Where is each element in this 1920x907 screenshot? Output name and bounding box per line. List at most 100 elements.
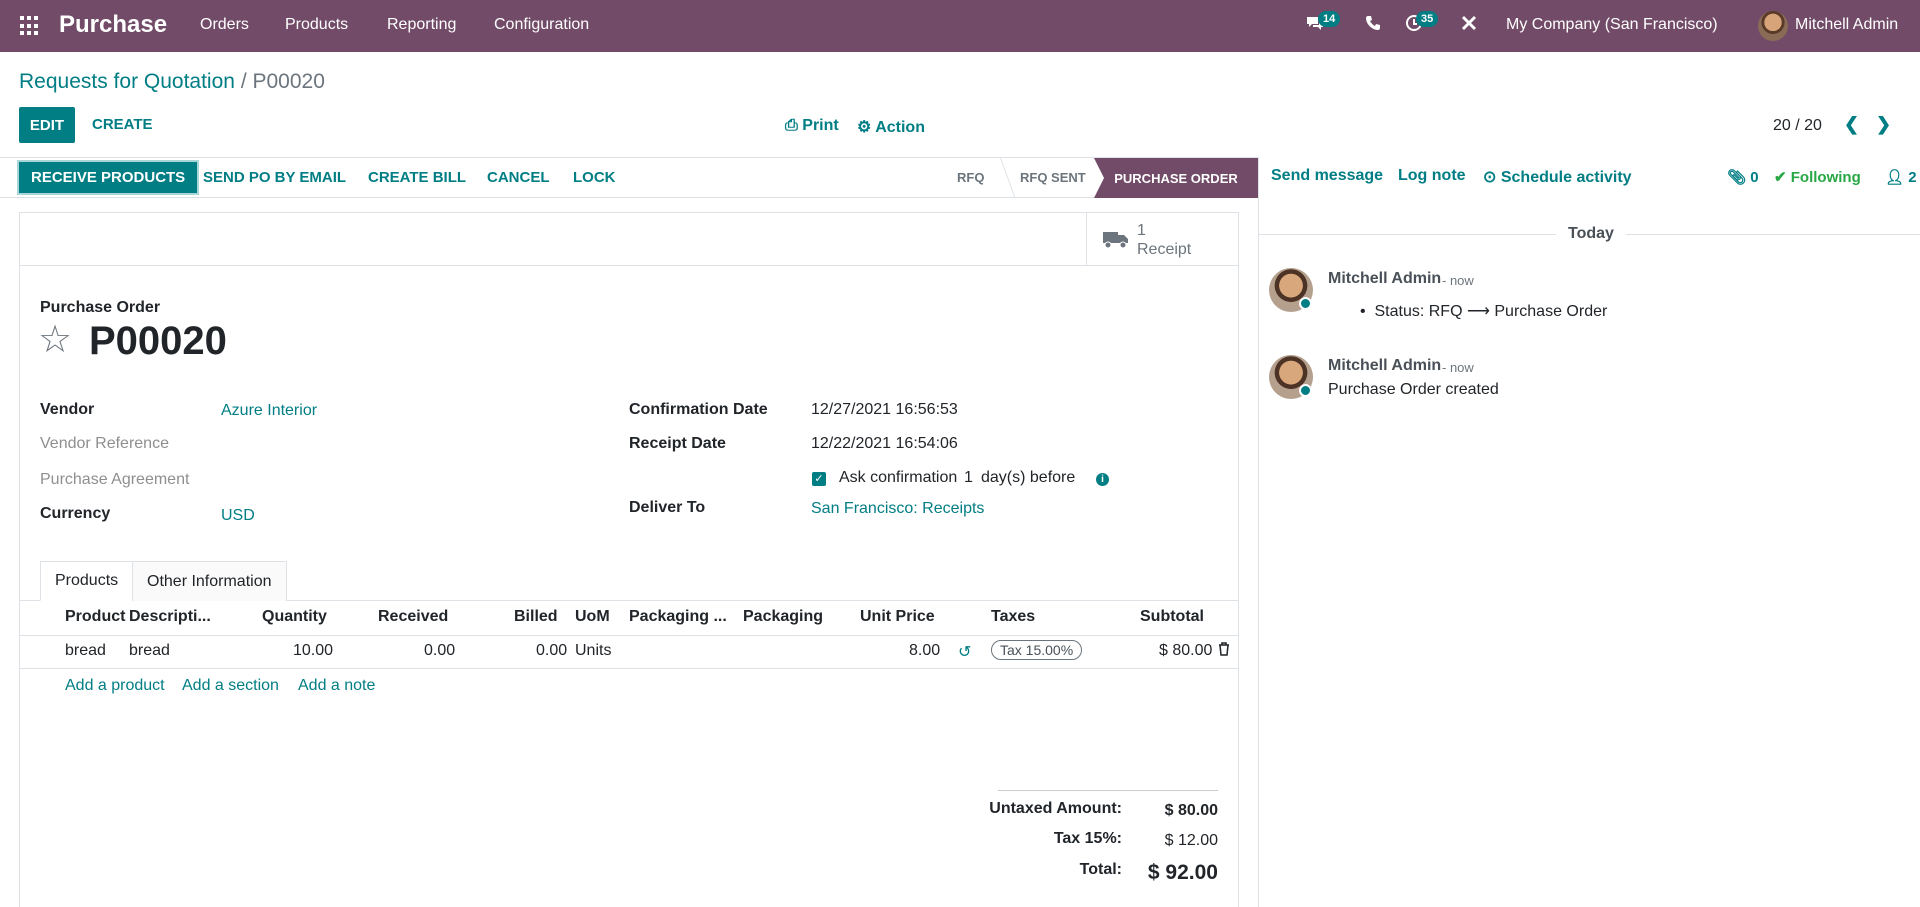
column-unit-price[interactable]: Unit Price: [860, 608, 935, 626]
lock-button[interactable]: LOCK: [573, 169, 616, 186]
column-packaging-qty[interactable]: Packaging ...: [629, 608, 727, 626]
message-body: Purchase Order created: [1328, 381, 1499, 398]
attachments-count: 0: [1750, 169, 1759, 186]
tracking-value: • Status: RFQ ⟶ Purchase Order: [1360, 301, 1607, 321]
log-note-button[interactable]: Log note: [1398, 167, 1466, 185]
confirmation-date-field[interactable]: 12/27/2021 16:56:53: [811, 401, 958, 419]
column-billed[interactable]: Billed: [514, 608, 558, 626]
star-icon[interactable]: ☆: [38, 321, 72, 359]
receive-products-button[interactable]: RECEIVE PRODUCTS: [17, 160, 200, 195]
action-label: Action: [875, 119, 925, 136]
message-time: - now: [1442, 273, 1474, 288]
receipt-date-field[interactable]: 12/22/2021 16:54:06: [811, 435, 958, 453]
totals-divider: [998, 790, 1218, 791]
action-dropdown[interactable]: ⚙ Action: [857, 117, 925, 137]
total-value: $ 92.00: [1147, 861, 1218, 884]
menu-reporting[interactable]: Reporting: [387, 16, 456, 34]
debug-tools-icon[interactable]: [1460, 14, 1478, 37]
vendor-field[interactable]: Azure Interior: [221, 402, 317, 420]
activities-badge: 35: [1416, 11, 1439, 27]
vendor-reference-label: Vendor Reference: [40, 435, 169, 452]
breadcrumb-separator: /: [240, 70, 247, 93]
menu-products[interactable]: Products: [285, 16, 348, 34]
date-separator-label: Today: [1556, 225, 1626, 243]
followers-button[interactable]: 👤︎ 2: [1885, 168, 1917, 186]
price-history-icon[interactable]: ↺: [958, 642, 971, 662]
message-author[interactable]: Mitchell Admin: [1328, 270, 1441, 288]
add-product-link[interactable]: Add a product: [65, 677, 165, 695]
phone-icon[interactable]: [1365, 14, 1381, 37]
column-uom[interactable]: UoM: [575, 608, 610, 626]
following-label: Following: [1790, 169, 1861, 186]
po-name: P00020: [89, 319, 227, 363]
menu-orders[interactable]: Orders: [200, 16, 249, 34]
column-product[interactable]: Product: [65, 608, 125, 626]
add-section-link[interactable]: Add a section: [182, 677, 279, 695]
schedule-activity-button[interactable]: ⊙ Schedule activity: [1483, 167, 1632, 187]
following-button[interactable]: ✔ Following: [1774, 168, 1861, 186]
notebook-tabs: Products Other Information: [20, 561, 1238, 601]
column-subtotal[interactable]: Subtotal: [1140, 608, 1204, 626]
confirmation-date-label: Confirmation Date: [629, 401, 768, 418]
currency-field[interactable]: USD: [221, 507, 255, 525]
line-quantity[interactable]: 10.00: [293, 642, 333, 660]
tracking-old-value: Status: RFQ: [1374, 303, 1463, 320]
receipts-smart-button[interactable]: 1 Receipt: [1086, 213, 1238, 266]
ask-confirmation-checkbox[interactable]: ✓: [812, 472, 826, 486]
purchase-agreement-label: Purchase Agreement: [40, 471, 190, 488]
line-product[interactable]: bread: [65, 642, 106, 660]
print-icon: ⎙: [785, 117, 798, 134]
send-message-button[interactable]: Send message: [1271, 167, 1383, 185]
table-row-divider: [20, 668, 1238, 669]
send-po-email-button[interactable]: SEND PO BY EMAIL: [203, 169, 346, 186]
receipt-date-label: Receipt Date: [629, 435, 726, 452]
app-grid-icon[interactable]: [20, 16, 40, 36]
tab-other-information[interactable]: Other Information: [132, 561, 287, 601]
info-icon[interactable]: i: [1096, 473, 1109, 486]
company-switcher[interactable]: My Company (San Francisco): [1506, 16, 1718, 34]
pager-next-icon[interactable]: ❯: [1876, 114, 1891, 135]
message-author[interactable]: Mitchell Admin: [1328, 357, 1441, 375]
line-uom[interactable]: Units: [575, 642, 611, 660]
column-taxes[interactable]: Taxes: [991, 608, 1035, 626]
message-time: - now: [1442, 360, 1474, 375]
tax-value: $ 12.00: [1164, 832, 1218, 849]
app-brand[interactable]: Purchase: [59, 11, 167, 39]
pager-previous-icon[interactable]: ❮: [1844, 114, 1859, 135]
attachments-button[interactable]: 📎︎ 0: [1727, 168, 1759, 186]
column-packaging[interactable]: Packaging: [743, 608, 823, 626]
ask-confirmation-days[interactable]: 1: [964, 469, 973, 487]
line-description[interactable]: bread: [129, 642, 170, 660]
column-quantity[interactable]: Quantity: [262, 608, 327, 626]
line-billed[interactable]: 0.00: [536, 642, 567, 660]
tab-products[interactable]: Products: [40, 561, 134, 601]
pager-value[interactable]: 20 / 20: [1773, 117, 1822, 135]
untaxed-amount-value: $ 80.00: [1164, 802, 1218, 819]
create-bill-button[interactable]: CREATE BILL: [368, 169, 466, 186]
document-type-label: Purchase Order: [40, 299, 161, 316]
line-tax-tag[interactable]: Tax 15.00%: [991, 640, 1083, 660]
breadcrumb-parent[interactable]: Requests for Quotation: [19, 70, 235, 93]
line-received[interactable]: 0.00: [424, 642, 455, 660]
cancel-button[interactable]: CANCEL: [487, 169, 550, 186]
column-received[interactable]: Received: [378, 608, 448, 626]
paperclip-icon: 📎︎: [1727, 169, 1747, 186]
stage-rfq-sent: RFQ SENT: [1020, 170, 1086, 185]
gear-icon: ⚙: [857, 119, 872, 136]
deliver-to-label: Deliver To: [629, 499, 706, 516]
create-button[interactable]: CREATE: [92, 116, 153, 133]
edit-button[interactable]: EDIT: [19, 107, 75, 143]
stage-rfq: RFQ: [957, 170, 985, 185]
menu-configuration[interactable]: Configuration: [494, 16, 589, 34]
user-menu[interactable]: Mitchell Admin: [1795, 16, 1898, 34]
stage-purchase-order: PURCHASE ORDER: [1094, 158, 1258, 198]
trash-icon[interactable]: [1218, 642, 1230, 661]
print-label: Print: [802, 117, 839, 134]
print-dropdown[interactable]: ⎙ Print: [785, 117, 839, 135]
line-unit-price[interactable]: 8.00: [909, 642, 940, 660]
column-description[interactable]: Descripti...: [129, 608, 211, 626]
add-note-link[interactable]: Add a note: [298, 677, 375, 695]
deliver-to-field[interactable]: San Francisco: Receipts: [811, 500, 984, 518]
user-avatar[interactable]: [1758, 11, 1788, 41]
top-navbar: Purchase Orders Products Reporting Confi…: [0, 0, 1920, 52]
